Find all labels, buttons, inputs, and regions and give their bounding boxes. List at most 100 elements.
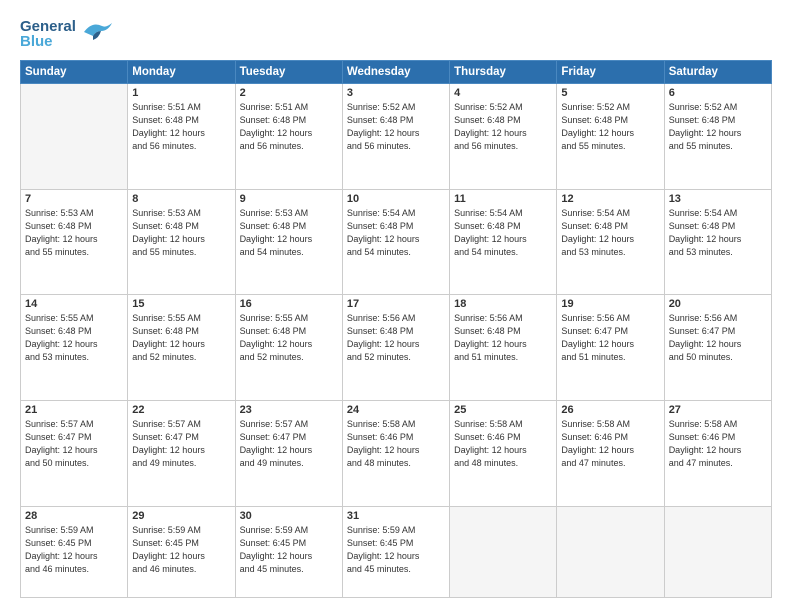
logo-text-block: General Blue — [20, 18, 76, 50]
day-number: 3 — [347, 87, 445, 99]
day-number: 12 — [561, 193, 659, 205]
weekday-header-sunday: Sunday — [21, 61, 128, 84]
calendar-cell: 29 Sunrise: 5:59 AMSunset: 6:45 PMDayligh… — [128, 506, 235, 597]
day-number: 23 — [240, 404, 338, 416]
calendar-cell: 21Sunrise: 5:57 AMSunset: 6:47 PMDayligh… — [21, 401, 128, 507]
day-info: Sunrise: 5:54 AMSunset: 6:48 PMDaylight:… — [347, 207, 445, 259]
logo: General Blue — [20, 18, 114, 50]
weekday-header-thursday: Thursday — [450, 61, 557, 84]
day-number: 15 — [132, 298, 230, 310]
day-number: 27 — [669, 404, 767, 416]
day-info: Sunrise: 5:54 AMSunset: 6:48 PMDaylight:… — [454, 207, 552, 259]
calendar-table: SundayMondayTuesdayWednesdayThursdayFrid… — [20, 60, 772, 598]
day-number: 9 — [240, 193, 338, 205]
calendar-cell: 10Sunrise: 5:54 AMSunset: 6:48 PMDayligh… — [342, 189, 449, 295]
day-info: Sunrise: 5:57 AMSunset: 6:47 PMDaylight:… — [240, 418, 338, 470]
day-number: 8 — [132, 193, 230, 205]
day-number: 5 — [561, 87, 659, 99]
calendar-cell: 30 Sunrise: 5:59 AMSunset: 6:45 PMDayligh… — [235, 506, 342, 597]
week-row-2: 7 Sunrise: 5:53 AMSunset: 6:48 PMDaylight… — [21, 189, 772, 295]
day-number: 2 — [240, 87, 338, 99]
day-info: Sunrise: 5:55 AMSunset: 6:48 PMDaylight:… — [240, 312, 338, 364]
calendar-cell: 1 Sunrise: 5:51 AMSunset: 6:48 PMDaylight… — [128, 84, 235, 190]
calendar-cell: 20Sunrise: 5:56 AMSunset: 6:47 PMDayligh… — [664, 295, 771, 401]
day-number: 29 — [132, 510, 230, 522]
day-info: Sunrise: 5:56 AMSunset: 6:47 PMDaylight:… — [669, 312, 767, 364]
calendar-cell: 12 Sunrise: 5:54 AMSunset: 6:48 PMDayligh… — [557, 189, 664, 295]
day-info: Sunrise: 5:51 AMSunset: 6:48 PMDaylight:… — [240, 101, 338, 153]
day-info: Sunrise: 5:59 AMSunset: 6:45 PMDaylight:… — [132, 524, 230, 576]
calendar-cell: 19Sunrise: 5:56 AMSunset: 6:47 PMDayligh… — [557, 295, 664, 401]
calendar-cell: 4 Sunrise: 5:52 AMSunset: 6:48 PMDaylight… — [450, 84, 557, 190]
logo-blue: Blue — [20, 33, 76, 50]
day-info: Sunrise: 5:51 AMSunset: 6:48 PMDaylight:… — [132, 101, 230, 153]
week-row-3: 14Sunrise: 5:55 AMSunset: 6:48 PMDayligh… — [21, 295, 772, 401]
calendar-cell: 25 Sunrise: 5:58 AMSunset: 6:46 PMDayligh… — [450, 401, 557, 507]
day-number: 17 — [347, 298, 445, 310]
day-info: Sunrise: 5:55 AMSunset: 6:48 PMDaylight:… — [132, 312, 230, 364]
page: General Blue SundayMondayTuesdayWednesda… — [0, 0, 792, 612]
calendar-cell: 6Sunrise: 5:52 AMSunset: 6:48 PMDaylight… — [664, 84, 771, 190]
day-number: 24 — [347, 404, 445, 416]
calendar-cell: 24 Sunrise: 5:58 AMSunset: 6:46 PMDayligh… — [342, 401, 449, 507]
calendar-cell: 31 Sunrise: 5:59 AMSunset: 6:45 PMDayligh… — [342, 506, 449, 597]
calendar-cell: 3 Sunrise: 5:52 AMSunset: 6:48 PMDaylight… — [342, 84, 449, 190]
day-info: Sunrise: 5:54 AMSunset: 6:48 PMDaylight:… — [669, 207, 767, 259]
day-number: 28 — [25, 510, 123, 522]
day-info: Sunrise: 5:58 AMSunset: 6:46 PMDaylight:… — [347, 418, 445, 470]
header: General Blue — [20, 18, 772, 50]
calendar-cell: 14Sunrise: 5:55 AMSunset: 6:48 PMDayligh… — [21, 295, 128, 401]
day-info: Sunrise: 5:59 AMSunset: 6:45 PMDaylight:… — [347, 524, 445, 576]
day-info: Sunrise: 5:53 AMSunset: 6:48 PMDaylight:… — [25, 207, 123, 259]
day-info: Sunrise: 5:58 AMSunset: 6:46 PMDaylight:… — [454, 418, 552, 470]
weekday-header-row: SundayMondayTuesdayWednesdayThursdayFrid… — [21, 61, 772, 84]
day-number: 18 — [454, 298, 552, 310]
calendar-cell: 8 Sunrise: 5:53 AMSunset: 6:48 PMDaylight… — [128, 189, 235, 295]
calendar-cell: 16 Sunrise: 5:55 AMSunset: 6:48 PMDayligh… — [235, 295, 342, 401]
day-info: Sunrise: 5:53 AMSunset: 6:48 PMDaylight:… — [132, 207, 230, 259]
calendar-cell — [21, 84, 128, 190]
calendar-cell — [664, 506, 771, 597]
day-number: 11 — [454, 193, 552, 205]
day-number: 25 — [454, 404, 552, 416]
day-info: Sunrise: 5:54 AMSunset: 6:48 PMDaylight:… — [561, 207, 659, 259]
day-info: Sunrise: 5:53 AMSunset: 6:48 PMDaylight:… — [240, 207, 338, 259]
day-info: Sunrise: 5:58 AMSunset: 6:46 PMDaylight:… — [561, 418, 659, 470]
calendar-cell: 26 Sunrise: 5:58 AMSunset: 6:46 PMDayligh… — [557, 401, 664, 507]
week-row-4: 21Sunrise: 5:57 AMSunset: 6:47 PMDayligh… — [21, 401, 772, 507]
calendar-cell: 27Sunrise: 5:58 AMSunset: 6:46 PMDayligh… — [664, 401, 771, 507]
day-number: 22 — [132, 404, 230, 416]
day-info: Sunrise: 5:56 AMSunset: 6:48 PMDaylight:… — [454, 312, 552, 364]
day-info: Sunrise: 5:59 AMSunset: 6:45 PMDaylight:… — [25, 524, 123, 576]
day-info: Sunrise: 5:52 AMSunset: 6:48 PMDaylight:… — [347, 101, 445, 153]
calendar-cell: 13 Sunrise: 5:54 AMSunset: 6:48 PMDayligh… — [664, 189, 771, 295]
day-number: 31 — [347, 510, 445, 522]
week-row-5: 28 Sunrise: 5:59 AMSunset: 6:45 PMDayligh… — [21, 506, 772, 597]
day-info: Sunrise: 5:57 AMSunset: 6:47 PMDaylight:… — [132, 418, 230, 470]
calendar-cell: 9 Sunrise: 5:53 AMSunset: 6:48 PMDaylight… — [235, 189, 342, 295]
day-info: Sunrise: 5:59 AMSunset: 6:45 PMDaylight:… — [240, 524, 338, 576]
day-info: Sunrise: 5:57 AMSunset: 6:47 PMDaylight:… — [25, 418, 123, 470]
weekday-header-tuesday: Tuesday — [235, 61, 342, 84]
day-info: Sunrise: 5:52 AMSunset: 6:48 PMDaylight:… — [454, 101, 552, 153]
day-number: 26 — [561, 404, 659, 416]
calendar-cell: 7 Sunrise: 5:53 AMSunset: 6:48 PMDaylight… — [21, 189, 128, 295]
day-number: 30 — [240, 510, 338, 522]
day-number: 1 — [132, 87, 230, 99]
week-row-1: 1 Sunrise: 5:51 AMSunset: 6:48 PMDaylight… — [21, 84, 772, 190]
calendar-cell: 11 Sunrise: 5:54 AMSunset: 6:48 PMDayligh… — [450, 189, 557, 295]
day-info: Sunrise: 5:52 AMSunset: 6:48 PMDaylight:… — [669, 101, 767, 153]
weekday-header-monday: Monday — [128, 61, 235, 84]
weekday-header-friday: Friday — [557, 61, 664, 84]
day-info: Sunrise: 5:56 AMSunset: 6:47 PMDaylight:… — [561, 312, 659, 364]
day-number: 4 — [454, 87, 552, 99]
day-info: Sunrise: 5:52 AMSunset: 6:48 PMDaylight:… — [561, 101, 659, 153]
calendar-cell: 18 Sunrise: 5:56 AMSunset: 6:48 PMDayligh… — [450, 295, 557, 401]
day-number: 7 — [25, 193, 123, 205]
calendar-cell: 22 Sunrise: 5:57 AMSunset: 6:47 PMDayligh… — [128, 401, 235, 507]
calendar-cell: 5 Sunrise: 5:52 AMSunset: 6:48 PMDaylight… — [557, 84, 664, 190]
day-number: 16 — [240, 298, 338, 310]
calendar-cell: 28 Sunrise: 5:59 AMSunset: 6:45 PMDayligh… — [21, 506, 128, 597]
day-number: 13 — [669, 193, 767, 205]
day-info: Sunrise: 5:56 AMSunset: 6:48 PMDaylight:… — [347, 312, 445, 364]
